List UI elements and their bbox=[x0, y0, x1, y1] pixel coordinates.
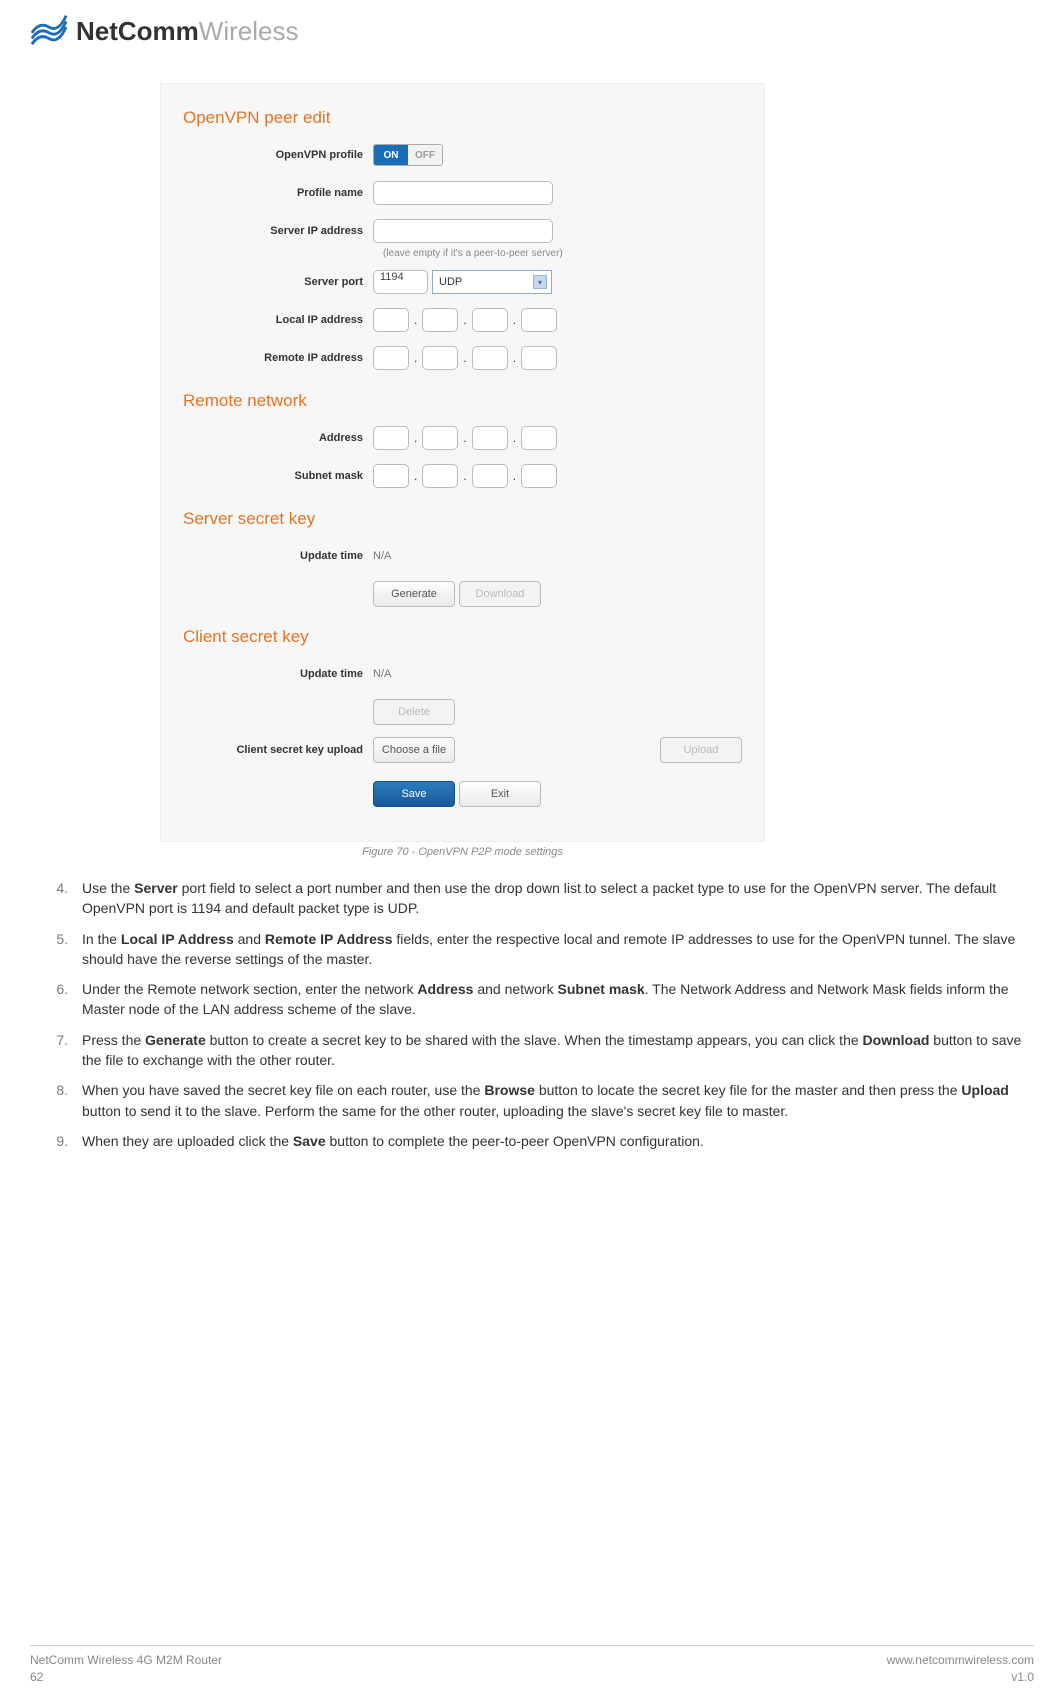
brand-header: NetCommWireless bbox=[30, 10, 1034, 53]
label-cli-update-time: Update time bbox=[183, 668, 373, 680]
footer-product: NetComm Wireless 4G M2M Router bbox=[30, 1652, 222, 1669]
label-openvpn-profile: OpenVPN profile bbox=[183, 149, 373, 161]
value-srv-update-time: N/A bbox=[373, 550, 391, 562]
input-net-mask-2[interactable] bbox=[422, 464, 458, 488]
input-server-port[interactable]: 1194 bbox=[373, 270, 428, 294]
row-srv-update-time: Update time N/A bbox=[183, 543, 742, 569]
input-profile-name[interactable] bbox=[373, 181, 553, 205]
instruction-list: 4. Use the Server port field to select a… bbox=[42, 878, 1022, 1151]
section-title-server-secret: Server secret key bbox=[183, 509, 742, 529]
input-remote-ip-4[interactable] bbox=[521, 346, 557, 370]
label-profile-name: Profile name bbox=[183, 187, 373, 199]
brand-light: Wireless bbox=[199, 16, 299, 46]
input-remote-ip-3[interactable] bbox=[472, 346, 508, 370]
brand-bold: NetComm bbox=[76, 16, 199, 46]
input-local-ip-4[interactable] bbox=[521, 308, 557, 332]
input-net-mask-3[interactable] bbox=[472, 464, 508, 488]
row-cli-update-time: Update time N/A bbox=[183, 661, 742, 687]
row-save-exit: Save Exit bbox=[183, 781, 742, 807]
input-remote-ip-2[interactable] bbox=[422, 346, 458, 370]
input-remote-ip-1[interactable] bbox=[373, 346, 409, 370]
row-remote-ip: Remote IP address . . . bbox=[183, 345, 742, 371]
input-net-addr-1[interactable] bbox=[373, 426, 409, 450]
step-7: 7. Press the Generate button to create a… bbox=[42, 1030, 1022, 1071]
generate-button[interactable]: Generate bbox=[373, 581, 455, 607]
section-title-openvpn: OpenVPN peer edit bbox=[183, 108, 742, 128]
row-server-port: Server port 1194 UDP ▾ bbox=[183, 269, 742, 295]
row-net-mask: Subnet mask . . . bbox=[183, 463, 742, 489]
row-cli-delete: Delete bbox=[183, 699, 742, 725]
input-net-mask-1[interactable] bbox=[373, 464, 409, 488]
footer-version: v1.0 bbox=[887, 1669, 1034, 1686]
upload-button[interactable]: Upload bbox=[660, 737, 742, 763]
label-remote-ip: Remote IP address bbox=[183, 352, 373, 364]
row-server-ip: Server IP address bbox=[183, 218, 742, 244]
label-server-port: Server port bbox=[183, 276, 373, 288]
step-8: 8. When you have saved the secret key fi… bbox=[42, 1080, 1022, 1121]
brand-wave-icon bbox=[30, 10, 68, 53]
select-protocol[interactable]: UDP ▾ bbox=[432, 270, 552, 294]
download-button[interactable]: Download bbox=[459, 581, 541, 607]
footer-url: www.netcommwireless.com bbox=[887, 1652, 1034, 1669]
row-net-address: Address . . . bbox=[183, 425, 742, 451]
settings-panel: OpenVPN peer edit OpenVPN profile ON OFF… bbox=[160, 83, 765, 842]
input-net-addr-3[interactable] bbox=[472, 426, 508, 450]
input-net-addr-4[interactable] bbox=[521, 426, 557, 450]
input-net-addr-2[interactable] bbox=[422, 426, 458, 450]
choose-file-button[interactable]: Choose a file bbox=[373, 737, 455, 763]
label-net-mask: Subnet mask bbox=[183, 470, 373, 482]
input-server-ip[interactable] bbox=[373, 219, 553, 243]
footer-page-number: 62 bbox=[30, 1669, 222, 1686]
row-cli-upload: Client secret key upload Choose a file U… bbox=[183, 737, 742, 763]
exit-button[interactable]: Exit bbox=[459, 781, 541, 807]
select-protocol-value: UDP bbox=[439, 276, 462, 288]
input-local-ip-3[interactable] bbox=[472, 308, 508, 332]
step-9: 9. When they are uploaded click the Save… bbox=[42, 1131, 1022, 1151]
delete-button[interactable]: Delete bbox=[373, 699, 455, 725]
toggle-openvpn-profile[interactable]: ON OFF bbox=[373, 144, 443, 166]
input-local-ip-1[interactable] bbox=[373, 308, 409, 332]
row-local-ip: Local IP address . . . bbox=[183, 307, 742, 333]
figure-wrapper: OpenVPN peer edit OpenVPN profile ON OFF… bbox=[160, 83, 1034, 858]
label-net-address: Address bbox=[183, 432, 373, 444]
step-4: 4. Use the Server port field to select a… bbox=[42, 878, 1022, 919]
brand-text: NetCommWireless bbox=[76, 16, 298, 47]
toggle-on: ON bbox=[374, 145, 408, 165]
value-cli-update-time: N/A bbox=[373, 668, 391, 680]
step-6: 6. Under the Remote network section, ent… bbox=[42, 979, 1022, 1020]
row-srv-actions: Generate Download bbox=[183, 581, 742, 607]
save-button[interactable]: Save bbox=[373, 781, 455, 807]
label-server-ip: Server IP address bbox=[183, 225, 373, 237]
label-srv-update-time: Update time bbox=[183, 550, 373, 562]
hint-server-ip: (leave empty if it's a peer-to-peer serv… bbox=[383, 248, 742, 259]
input-local-ip-2[interactable] bbox=[422, 308, 458, 332]
input-net-mask-4[interactable] bbox=[521, 464, 557, 488]
toggle-off: OFF bbox=[408, 145, 442, 165]
chevron-down-icon: ▾ bbox=[533, 275, 547, 289]
step-5: 5. In the Local IP Address and Remote IP… bbox=[42, 929, 1022, 970]
row-openvpn-profile: OpenVPN profile ON OFF bbox=[183, 142, 742, 168]
row-profile-name: Profile name bbox=[183, 180, 742, 206]
section-title-remote-network: Remote network bbox=[183, 391, 742, 411]
label-cli-upload: Client secret key upload bbox=[183, 744, 373, 756]
section-title-client-secret: Client secret key bbox=[183, 627, 742, 647]
label-local-ip: Local IP address bbox=[183, 314, 373, 326]
page-footer: NetComm Wireless 4G M2M Router 62 www.ne… bbox=[30, 1645, 1034, 1686]
figure-caption: Figure 70 - OpenVPN P2P mode settings bbox=[160, 846, 765, 858]
